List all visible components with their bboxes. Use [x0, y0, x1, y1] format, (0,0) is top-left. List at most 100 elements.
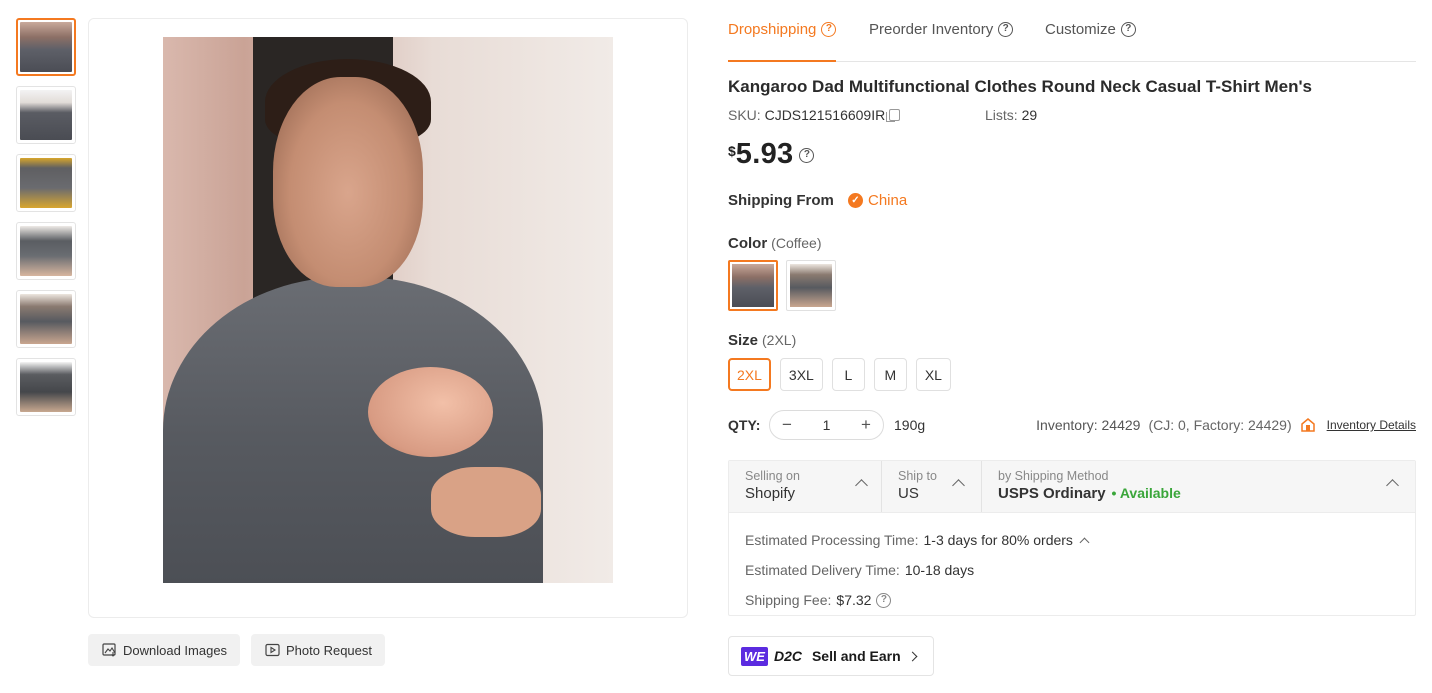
- processing-time-value: 1-3 days for 80% orders: [923, 532, 1073, 548]
- sell-and-earn-button[interactable]: WE D2C Sell and Earn: [728, 636, 934, 676]
- ship-to-label: Ship to: [898, 469, 937, 483]
- photo-request-label: Photo Request: [286, 642, 373, 658]
- color-selected: (Coffee): [771, 235, 822, 251]
- swatch-image: [790, 264, 832, 307]
- download-images-button[interactable]: Download Images: [88, 634, 241, 666]
- inventory-info: Inventory: 24429 (CJ: 0, Factory: 24429)…: [1036, 417, 1416, 433]
- thumbnail-image: [20, 22, 72, 72]
- swatch-image: [732, 264, 774, 307]
- thumbnail-1[interactable]: [16, 18, 76, 76]
- lists-count: Lists: 29: [985, 107, 1037, 123]
- lists-label: Lists:: [985, 107, 1018, 123]
- inventory-details-link[interactable]: Inventory Details: [1327, 418, 1416, 432]
- delivery-time-label: Estimated Delivery Time:: [745, 562, 900, 578]
- sku-label: SKU:: [728, 107, 761, 123]
- thumbnail-3[interactable]: [16, 154, 76, 212]
- size-option-3xl[interactable]: 3XL: [779, 358, 823, 391]
- shipping-selectors: Selling on Shopify Ship to US by Shippin…: [729, 461, 1415, 513]
- sku-value: CJDS121516609IR: [764, 107, 886, 123]
- shipping-from-country: China: [868, 192, 908, 209]
- size-option-2xl[interactable]: 2XL: [728, 358, 771, 391]
- color-swatches: [728, 260, 836, 311]
- ship-to-dropdown[interactable]: Ship to US: [881, 461, 981, 512]
- size-option-l[interactable]: L: [831, 358, 865, 391]
- product-title: Kangaroo Dad Multifunctional Clothes Rou…: [728, 77, 1312, 96]
- chevron-up-icon: [1079, 537, 1090, 547]
- ship-to-value: US: [898, 485, 919, 502]
- d2c-brand: D2C: [773, 648, 802, 664]
- help-icon[interactable]: ?: [821, 22, 837, 37]
- color-swatch-coffee[interactable]: [728, 260, 778, 311]
- thumbnail-image: [20, 158, 72, 208]
- delivery-time-value: 10-18 days: [904, 562, 975, 578]
- thumbnail-image: [20, 90, 72, 140]
- delivery-time-row: Estimated Delivery Time: 10-18 days: [745, 555, 1399, 585]
- size-selected: (2XL): [762, 332, 797, 348]
- tab-customize-label: Customize: [1045, 21, 1116, 38]
- size-option-xl[interactable]: XL: [915, 358, 951, 391]
- size-label-text: Size: [728, 332, 759, 349]
- shipping-fee-row: Shipping Fee: $7.32 ?: [745, 585, 1399, 615]
- price-value: 5.93: [735, 138, 794, 170]
- download-images-label: Download Images: [123, 642, 228, 658]
- video-icon: [264, 643, 280, 657]
- processing-time-row[interactable]: Estimated Processing Time: 1-3 days for …: [745, 525, 1399, 555]
- tab-preorder-label: Preorder Inventory: [869, 21, 994, 38]
- thumbnail-6[interactable]: [16, 358, 76, 416]
- lists-value: 29: [1021, 107, 1038, 123]
- shipping-fee-help-icon[interactable]: ?: [876, 592, 892, 608]
- increment-button[interactable]: +: [859, 415, 873, 435]
- shipping-method-dropdown[interactable]: by Shipping Method USPS Ordinary • Availa…: [981, 461, 1415, 512]
- help-icon[interactable]: ?: [1120, 22, 1136, 37]
- selling-on-dropdown[interactable]: Selling on Shopify: [729, 461, 881, 512]
- sell-and-earn-label: Sell and Earn: [811, 648, 901, 664]
- qty-label: QTY:: [728, 417, 761, 433]
- size-option-m[interactable]: M: [873, 358, 907, 391]
- size-label: Size (2XL): [728, 332, 796, 349]
- thumbnail-image: [20, 294, 72, 344]
- shipping-estimates: Estimated Processing Time: 1-3 days for …: [729, 513, 1415, 615]
- quantity-stepper: − +: [769, 410, 884, 440]
- shipping-from-option[interactable]: ✓ China: [848, 192, 907, 209]
- price-help-icon[interactable]: ?: [799, 148, 815, 163]
- photo-request-button[interactable]: Photo Request: [251, 634, 386, 666]
- we-badge: WE: [741, 646, 768, 666]
- thumbnail-image: [20, 226, 72, 276]
- product-weight: 190g: [894, 417, 926, 433]
- tab-preorder-inventory[interactable]: Preorder Inventory ?: [869, 21, 1014, 38]
- shipping-method-value: USPS Ordinary: [998, 485, 1106, 502]
- thumbnail-4[interactable]: [16, 222, 76, 280]
- warehouse-icon: [1300, 417, 1316, 433]
- chevron-right-icon: [907, 651, 918, 661]
- price-currency: $: [728, 143, 736, 159]
- tab-bar: Dropshipping ? Preorder Inventory ? Cust…: [728, 0, 1416, 62]
- thumbnail-5[interactable]: [16, 290, 76, 348]
- color-label-text: Color: [728, 235, 768, 252]
- tab-customize[interactable]: Customize ?: [1045, 21, 1136, 38]
- shipping-method-label: by Shipping Method: [998, 469, 1109, 483]
- decrement-button[interactable]: −: [780, 415, 794, 435]
- thumbnail-list: [16, 18, 76, 426]
- color-label: Color (Coffee): [728, 235, 822, 252]
- inventory-breakdown: (CJ: 0, Factory: 24429): [1148, 417, 1292, 433]
- shipping-from-label: Shipping From: [728, 192, 834, 209]
- shipping-fee-value: $7.32: [836, 592, 872, 608]
- tab-dropshipping[interactable]: Dropshipping ?: [728, 21, 837, 62]
- sku-row: SKU: CJDS121516609IR: [728, 107, 901, 123]
- size-options: 2XL 3XL L M XL: [728, 358, 951, 391]
- availability-status: • Available: [1111, 485, 1181, 501]
- main-product-image: [163, 37, 613, 583]
- processing-time-label: Estimated Processing Time:: [745, 532, 919, 548]
- color-swatch-2[interactable]: [786, 260, 836, 311]
- copy-icon[interactable]: [886, 109, 901, 122]
- thumbnail-image: [20, 362, 72, 412]
- help-icon[interactable]: ?: [998, 22, 1014, 37]
- price: $ 5.93 ?: [728, 138, 815, 171]
- check-icon: ✓: [848, 193, 863, 208]
- main-image-frame[interactable]: [88, 18, 688, 618]
- inventory-total: Inventory: 24429: [1036, 417, 1141, 433]
- tab-dropshipping-label: Dropshipping: [728, 21, 817, 38]
- quantity-input[interactable]: [806, 417, 847, 433]
- thumbnail-2[interactable]: [16, 86, 76, 144]
- shipping-method-row: USPS Ordinary • Available: [998, 485, 1415, 502]
